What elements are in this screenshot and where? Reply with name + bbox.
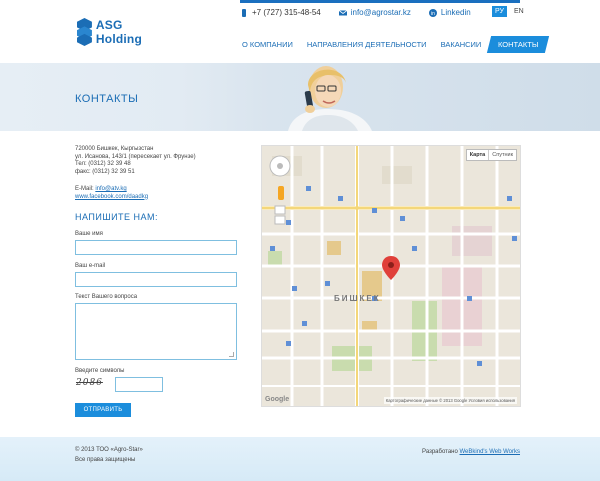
phone-line: Тел: (0312) 32 39 48 [75, 161, 131, 168]
lang-ru[interactable]: РУ [492, 6, 507, 17]
name-label: Ваше имя [75, 231, 103, 237]
header-email[interactable]: info@agrostar.kz [338, 8, 411, 17]
footer: © 2013 ТОО «Agro-Star» Все права защищен… [0, 437, 600, 481]
main-nav: О КОМПАНИИ НАПРАВЛЕНИЯ ДЕЯТЕЛЬНОСТИ ВАКА… [236, 36, 550, 53]
lang-en[interactable]: EN [511, 6, 527, 17]
footer-copyright: © 2013 ТОО «Agro-Star» [75, 447, 143, 453]
email-link[interactable]: info@atv.kg [95, 186, 126, 192]
nav-item-vacancies[interactable]: ВАКАНСИИ [435, 37, 488, 52]
form-title: НАПИШИТЕ НАМ: [75, 212, 159, 222]
nav-item-label: ВАКАНСИИ [440, 40, 482, 49]
fax-line: факс: (0312) 32 39 51 [75, 168, 135, 175]
nav-item-about[interactable]: О КОМПАНИИ [236, 37, 299, 52]
map-type-map[interactable]: Карта [467, 150, 489, 160]
map-type-satellite[interactable]: Спутник [488, 150, 516, 160]
email-row: E-Mail: info@atv.kg [75, 186, 148, 194]
page-title: КОНТАКТЫ [75, 93, 139, 105]
nav-item-label: О КОМПАНИИ [242, 40, 293, 49]
google-logo[interactable]: Google [265, 396, 289, 403]
header-contacts: +7 (727) 315-48-54 info@agrostar.kz in L… [240, 8, 489, 17]
address-line: 720000 Бишкек, Кыргызстан [75, 146, 154, 152]
svg-text:in: in [431, 11, 435, 17]
logo-mark-icon [77, 18, 92, 46]
mail-icon [338, 9, 347, 15]
language-switcher: РУ EN [492, 6, 527, 17]
facebook-link[interactable]: www.facebook.com/daadkg [75, 194, 148, 200]
captcha-image: 2086 [76, 378, 103, 388]
map-canvas [262, 146, 520, 406]
resize-handle-icon[interactable] [229, 352, 234, 357]
map-city-label: БИШКЕК [334, 294, 381, 303]
header-email-link[interactable]: info@agrostar.kz [351, 8, 411, 17]
name-input[interactable] [75, 240, 237, 255]
email-label: E-Mail: [75, 186, 94, 192]
footer-rights: Все права защищены [75, 457, 136, 463]
top-accent-line [240, 0, 520, 3]
footer-dev-prefix: Разработано [422, 449, 458, 455]
address-block: 720000 Бишкек, Кыргызстан ул. Исанова, 1… [75, 146, 196, 176]
logo-text: ASG Holding [95, 18, 142, 46]
page-banner: КОНТАКТЫ [0, 63, 600, 131]
address-line: ул. Исанова, 143/1 (пересекает ул. Фрунз… [75, 153, 196, 160]
header-phone: +7 (727) 315-48-54 [240, 8, 321, 17]
map-copyright[interactable]: Картографические данные © 2013 Google Ус… [383, 397, 517, 404]
header-phone-text: +7 (727) 315-48-54 [252, 8, 321, 17]
submit-button[interactable]: ОТПРАВИТЬ [75, 403, 131, 417]
nav-item-activities[interactable]: НАПРАВЛЕНИЯ ДЕЯТЕЛЬНОСТИ [301, 37, 433, 52]
email-label: Ваш e-mail [75, 263, 106, 269]
header-linkedin-link[interactable]: Linkedin [441, 8, 471, 17]
header-linkedin[interactable]: in Linkedin [428, 8, 471, 17]
nav-item-label: НАПРАВЛЕНИЯ ДЕЯТЕЛЬНОСТИ [306, 40, 427, 49]
captcha-label: Введите символы [75, 368, 125, 374]
footer-left: © 2013 ТОО «Agro-Star» Все права защищен… [75, 445, 143, 465]
footer-dev-link[interactable]: WeBkind's Web Works [460, 449, 521, 455]
facebook-row: www.facebook.com/daadkg [75, 194, 148, 202]
nav-item-label: КОНТАКТЫ [498, 40, 539, 49]
linkedin-icon: in [428, 8, 437, 17]
email-block: E-Mail: info@atv.kg www.facebook.com/daa… [75, 186, 148, 201]
footer-developer: Разработано WeBkind's Web Works [422, 449, 520, 455]
question-label: Текст Вашего вопроса [75, 294, 138, 300]
nav-item-contacts[interactable]: КОНТАКТЫ [487, 36, 550, 53]
logo[interactable]: ASG Holding [77, 16, 167, 48]
email-input[interactable] [75, 272, 237, 287]
question-textarea[interactable] [75, 303, 237, 360]
captcha-input[interactable] [115, 377, 163, 392]
banner-photo [288, 66, 372, 131]
map[interactable]: Карта Спутник БИШКЕК Google Картографиче… [261, 145, 521, 407]
phone-icon [242, 8, 246, 17]
map-type-control: Карта Спутник [465, 149, 517, 161]
